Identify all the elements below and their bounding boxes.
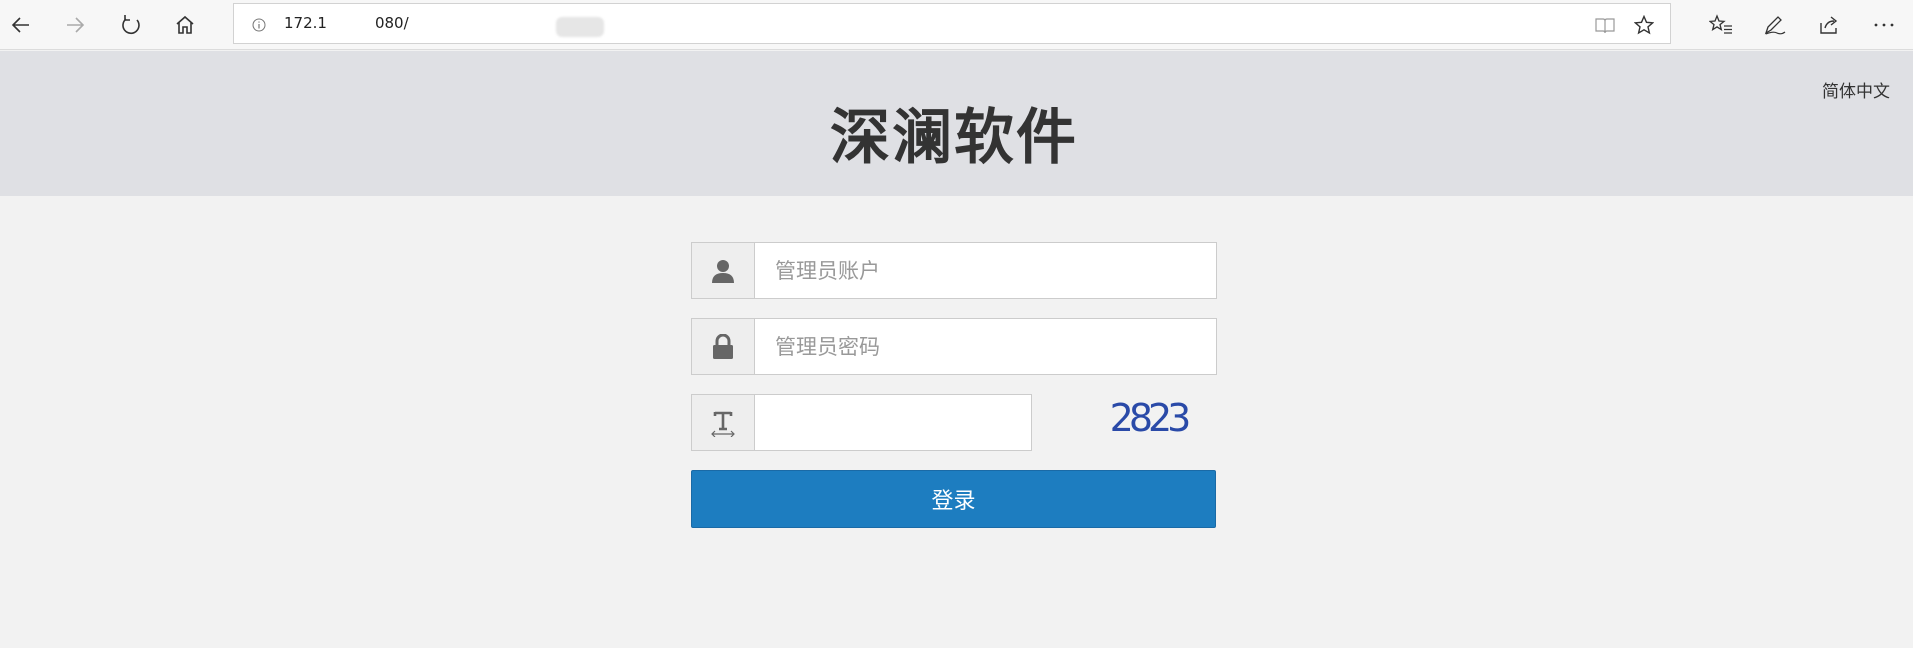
user-icon — [691, 242, 755, 299]
captcha-image[interactable]: 2823 — [1108, 394, 1192, 442]
info-icon[interactable] — [252, 17, 266, 32]
forward-icon[interactable] — [59, 9, 91, 41]
address-bar[interactable]: 172.1 080/ — [233, 3, 1671, 44]
username-row — [691, 242, 1217, 299]
language-switch[interactable]: 简体中文 — [1822, 77, 1890, 102]
password-input[interactable] — [755, 318, 1217, 375]
page-header: 深澜软件 简体中文 — [0, 51, 1913, 196]
url-path: 080/ — [374, 14, 409, 32]
back-icon[interactable] — [5, 9, 37, 41]
password-row — [691, 318, 1217, 375]
captcha-input[interactable] — [755, 394, 1032, 451]
captcha-row — [691, 394, 1032, 451]
browser-toolbar: 172.1 080/ — [0, 0, 1913, 50]
text-icon — [691, 394, 755, 451]
username-input[interactable] — [755, 242, 1217, 299]
brand-title: 深澜软件 — [830, 103, 1078, 173]
url-host: 172.1 — [284, 14, 327, 32]
favorite-star-icon[interactable] — [1633, 14, 1655, 39]
share-icon[interactable] — [1813, 9, 1845, 41]
redaction-mask — [556, 17, 604, 37]
home-icon[interactable] — [169, 9, 201, 41]
lock-icon — [691, 318, 755, 375]
reading-view-icon[interactable] — [1595, 17, 1615, 39]
login-button[interactable]: 登录 — [691, 470, 1216, 528]
favorites-list-icon[interactable] — [1705, 9, 1737, 41]
more-icon[interactable] — [1868, 9, 1900, 41]
pen-icon[interactable] — [1759, 9, 1791, 41]
url-text[interactable]: 172.1 080/ — [284, 14, 409, 32]
refresh-icon[interactable] — [115, 9, 147, 41]
